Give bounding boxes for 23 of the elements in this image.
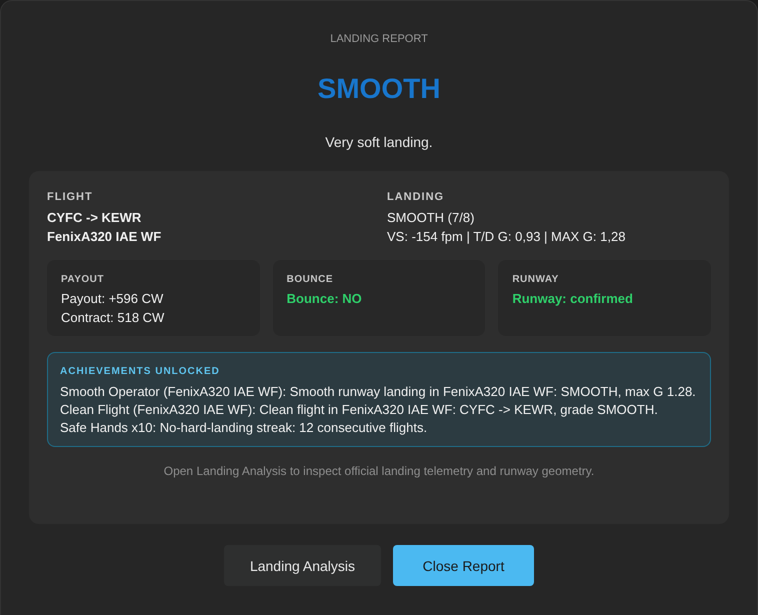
section-label: FLIGHT bbox=[47, 190, 93, 204]
section-label: LANDING bbox=[387, 190, 444, 204]
dialog-title: LANDING REPORT bbox=[329, 32, 429, 46]
stat-label: PAYOUT bbox=[61, 273, 104, 286]
landing-analysis-button[interactable]: Landing Analysis bbox=[224, 545, 381, 586]
stat-label: RUNWAY bbox=[512, 273, 559, 286]
close-report-button[interactable]: Close Report bbox=[393, 545, 534, 586]
grade-heading: SMOOTH bbox=[318, 72, 440, 106]
stat-text: Contract: 518 CW bbox=[61, 309, 164, 327]
achievement-text: Safe Hands x10: No-hard-landing streak: 12 consecutive flights. bbox=[60, 419, 428, 437]
detail-text: CYFC -> KEWR bbox=[47, 209, 142, 227]
achievements-title: ACHIEVEMENTS UNLOCKED bbox=[60, 365, 220, 378]
stat-text: Bounce: NO bbox=[286, 290, 362, 308]
detail-text: VS: -154 fpm | T/D G: 0,93 | MAX G: 1,28 bbox=[387, 228, 626, 246]
detail-text: FenixA320 IAE WF bbox=[47, 228, 162, 246]
hint-text: Open Landing Analysis to inspect official landing telemetry and runway geometry. bbox=[162, 463, 596, 479]
achievement-text: Smooth Operator (FenixA320 IAE WF): Smooth runway landing in FenixA320 IAE WF: SMOOTH, max G 1.28. bbox=[60, 383, 696, 401]
detail-text: SMOOTH (7/8) bbox=[387, 209, 474, 227]
stat-text: Runway: confirmed bbox=[512, 290, 633, 308]
achievement-text: Clean Flight (FenixA320 IAE WF): Clean flight in FenixA320 IAE WF: CYFC -> KEWR, grade SMOOTH. bbox=[60, 401, 658, 419]
summary-text: Very soft landing. bbox=[325, 133, 433, 151]
stat-text: Payout: +596 CW bbox=[61, 290, 164, 308]
stat-label: BOUNCE bbox=[286, 273, 333, 286]
